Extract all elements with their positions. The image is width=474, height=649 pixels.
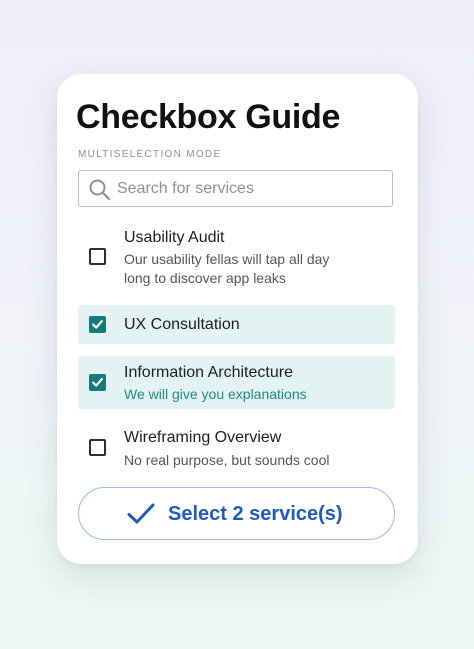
checkmark-icon bbox=[92, 378, 103, 387]
service-item-information-architecture[interactable]: Information Architecture We will give yo… bbox=[78, 356, 395, 409]
search-icon bbox=[89, 179, 111, 201]
item-description: We will give you explanations bbox=[124, 386, 307, 402]
checkbox-wireframing-overview[interactable] bbox=[89, 439, 106, 456]
select-services-button[interactable]: Select 2 service(s) bbox=[78, 487, 395, 540]
item-description: Our usability fellas will tap all day bbox=[124, 251, 330, 267]
item-label: Information Architecture bbox=[124, 364, 293, 381]
search-input[interactable] bbox=[117, 171, 387, 206]
checkbox-usability-audit[interactable] bbox=[89, 248, 106, 265]
item-label: UX Consultation bbox=[124, 316, 240, 333]
item-label: Usability Audit bbox=[124, 229, 225, 246]
checkbox-ux-consultation[interactable] bbox=[89, 316, 106, 333]
mode-subtitle: MULTISELECTION MODE bbox=[78, 149, 222, 160]
search-box[interactable] bbox=[78, 170, 393, 207]
page-title: Checkbox Guide bbox=[76, 98, 341, 136]
service-item-ux-consultation[interactable]: UX Consultation bbox=[78, 305, 395, 344]
service-item-usability-audit[interactable]: Usability Audit Our usability fellas wil… bbox=[78, 226, 395, 290]
item-description: long to discover app leaks bbox=[124, 270, 286, 286]
checkmark-icon bbox=[127, 503, 155, 524]
services-card: Checkbox Guide MULTISELECTION MODE Usabi… bbox=[57, 74, 418, 564]
checkmark-icon bbox=[92, 320, 103, 329]
checkbox-information-architecture[interactable] bbox=[89, 374, 106, 391]
item-label: Wireframing Overview bbox=[124, 429, 282, 446]
item-description: No real purpose, but sounds cool bbox=[124, 452, 330, 468]
service-item-wireframing-overview[interactable]: Wireframing Overview No real purpose, bu… bbox=[78, 426, 395, 472]
select-services-label: Select 2 service(s) bbox=[168, 503, 343, 525]
